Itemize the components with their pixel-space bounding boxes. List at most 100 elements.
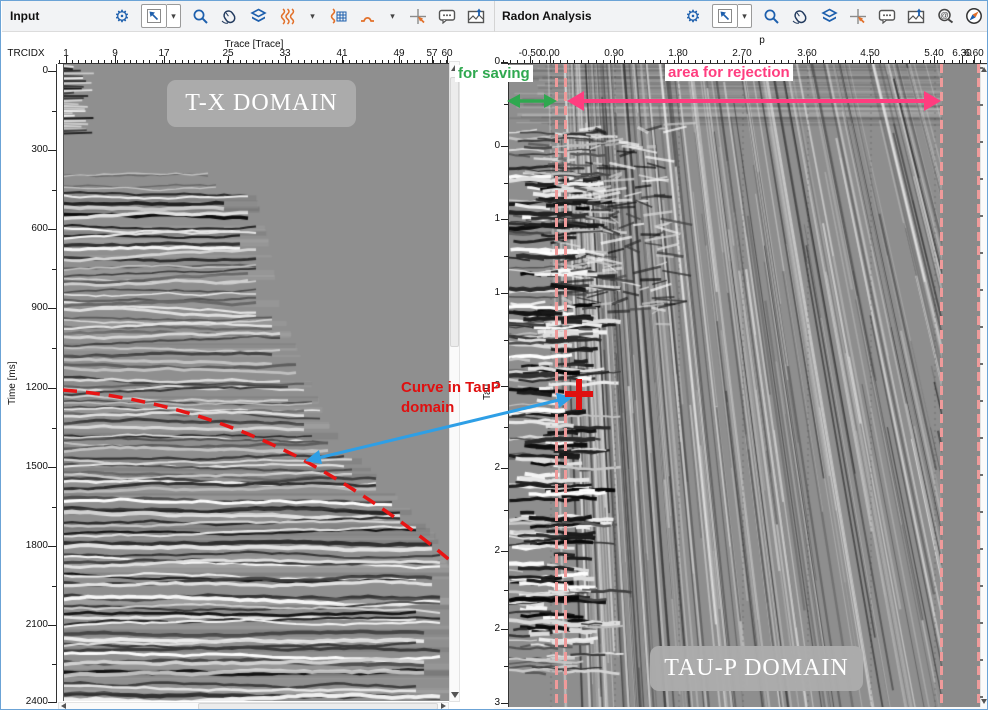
- trace-minor-tick: [188, 60, 189, 63]
- tau-tick: [501, 703, 508, 704]
- zoom-mode-dropdown-caret-icon[interactable]: ▾: [738, 4, 752, 28]
- taup-vscroll-down-arrow[interactable]: [981, 699, 987, 704]
- p-minor-tick: [838, 60, 839, 63]
- trace-minor-tick: [304, 60, 305, 63]
- taup-vertical-scrollbar[interactable]: [980, 64, 988, 708]
- trace-grid-icon[interactable]: [328, 6, 348, 26]
- tx-hscroll-left-arrow[interactable]: [61, 703, 66, 709]
- p-minor-tick: [809, 60, 810, 63]
- p-minor-tick: [653, 60, 654, 63]
- mouse-select-icon[interactable]: [790, 6, 810, 26]
- p-minor-tick: [923, 60, 924, 63]
- settings-gear-icon[interactable]: ⚙: [683, 6, 703, 26]
- p-axis-title: p: [759, 35, 765, 46]
- wiggle-traces-dropdown-caret-icon[interactable]: ▾: [306, 5, 319, 27]
- tau-right-edge-tick: [980, 474, 983, 476]
- trace-minor-tick: [149, 60, 150, 63]
- compass-icon[interactable]: [964, 6, 984, 26]
- trace-tick: [164, 56, 165, 63]
- p-minor-tick: [660, 60, 661, 63]
- radexpro-window: Input ⚙▾▾▾@▾ Radon Analysis ⚙▾@ Trace [T…: [0, 0, 988, 710]
- tx-hscroll-right-arrow[interactable]: [441, 703, 446, 709]
- curve-dome-icon[interactable]: [357, 6, 377, 26]
- tau-minor-tick: [504, 666, 508, 667]
- layers-icon[interactable]: [248, 6, 268, 26]
- trace-minor-tick: [98, 60, 99, 63]
- p-minor-tick: [966, 60, 967, 63]
- zoom-mode-icon[interactable]: [141, 4, 167, 28]
- tau-right-edge-tick: [980, 437, 983, 439]
- tx-vscroll-thumb[interactable]: [450, 77, 459, 347]
- saving-zone-right-dashed-line[interactable]: [564, 64, 567, 710]
- trace-minor-tick: [343, 60, 344, 63]
- trace-minor-tick: [104, 60, 105, 63]
- zoom-mode-icon[interactable]: [712, 4, 738, 28]
- time-tick: [48, 702, 56, 703]
- p-minor-tick: [944, 60, 945, 63]
- trace-minor-tick: [362, 60, 363, 63]
- trace-minor-tick: [78, 60, 79, 63]
- p-minor-tick: [574, 60, 575, 63]
- trace-minor-tick: [394, 60, 395, 63]
- trcidx-row-label: TRCIDX: [7, 48, 44, 59]
- tau-minor-tick: [504, 510, 508, 511]
- tx-hscroll-thumb[interactable]: [198, 703, 438, 710]
- time-tick: [48, 308, 56, 309]
- tx-seismic-view[interactable]: [63, 64, 449, 701]
- p-minor-tick: [952, 60, 953, 63]
- p-minor-tick: [880, 60, 881, 63]
- trace-minor-tick: [233, 60, 234, 63]
- p-minor-tick: [888, 60, 889, 63]
- time-tick: [48, 150, 56, 151]
- comment-icon[interactable]: [877, 6, 897, 26]
- p-minor-tick: [902, 60, 903, 63]
- trace-minor-tick: [291, 60, 292, 63]
- tau-minor-tick: [504, 340, 508, 341]
- mouse-select-icon[interactable]: [219, 6, 239, 26]
- tau-tick-label: 2: [487, 623, 500, 634]
- p-minor-tick: [567, 60, 568, 63]
- zoom-at-icon[interactable]: @: [935, 6, 955, 26]
- trace-minor-tick: [156, 60, 157, 63]
- comment-icon[interactable]: [437, 6, 457, 26]
- snapshot-icon[interactable]: [906, 6, 926, 26]
- p-minor-tick: [717, 60, 718, 63]
- trace-minor-tick: [194, 60, 195, 63]
- trace-minor-tick: [298, 60, 299, 63]
- rejection-zone-dashed-line[interactable]: [940, 64, 943, 710]
- magnifier-icon[interactable]: [761, 6, 781, 26]
- trace-minor-tick: [433, 60, 434, 63]
- tx-vscroll-down-arrow[interactable]: [451, 692, 459, 698]
- crosshair-pick-icon[interactable]: [408, 6, 428, 26]
- tau-tick: [501, 551, 508, 552]
- p-minor-tick: [766, 60, 767, 63]
- layers-icon[interactable]: [819, 6, 839, 26]
- p-tick: [742, 56, 743, 63]
- p-tick: [870, 56, 871, 63]
- trace-minor-tick: [85, 60, 86, 63]
- settings-gear-icon[interactable]: ⚙: [112, 6, 132, 26]
- curve-dome-dropdown-caret-icon[interactable]: ▾: [386, 5, 399, 27]
- p-minor-tick: [774, 60, 775, 63]
- trace-minor-tick: [278, 60, 279, 63]
- input-panel-title: Input: [10, 9, 39, 23]
- saving-zone-left-dashed-line[interactable]: [555, 64, 558, 710]
- p-minor-tick: [873, 60, 874, 63]
- p-tick: [934, 56, 935, 63]
- tau-right-edge-tick: [980, 326, 983, 328]
- p-minor-tick: [781, 60, 782, 63]
- p-minor-tick: [560, 60, 561, 63]
- trace-minor-tick: [265, 60, 266, 63]
- radon-panel-title: Radon Analysis: [502, 9, 592, 23]
- p-minor-tick: [759, 60, 760, 63]
- wiggle-traces-icon[interactable]: [277, 6, 297, 26]
- p-minor-tick: [631, 60, 632, 63]
- magnifier-icon[interactable]: [190, 6, 210, 26]
- crosshair-pick-icon[interactable]: [848, 6, 868, 26]
- tau-tick: [501, 468, 508, 469]
- snapshot-icon[interactable]: [466, 6, 486, 26]
- zoom-mode-dropdown-caret-icon[interactable]: ▾: [167, 4, 181, 28]
- trace-minor-tick: [143, 60, 144, 63]
- trace-minor-tick: [317, 60, 318, 63]
- taup-seismic-view[interactable]: [509, 64, 980, 708]
